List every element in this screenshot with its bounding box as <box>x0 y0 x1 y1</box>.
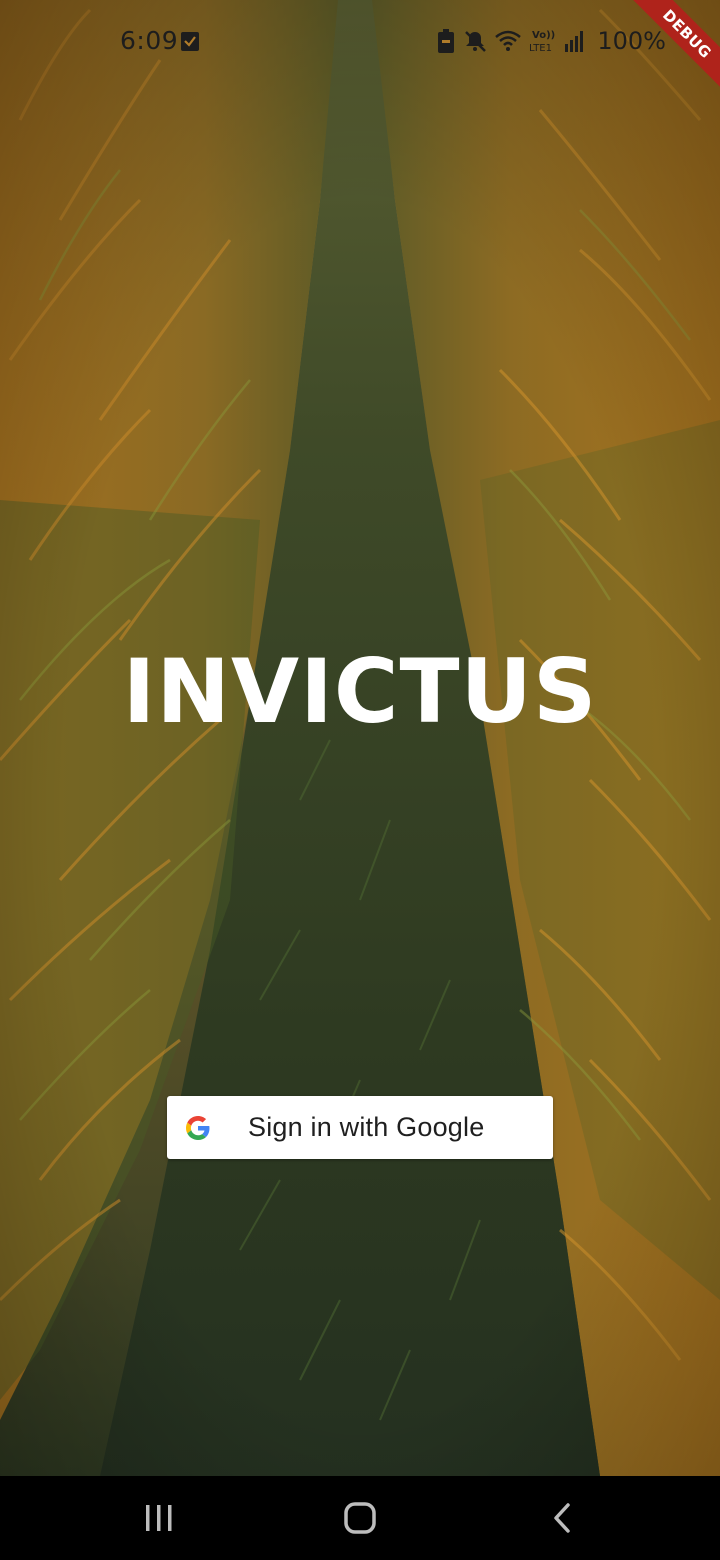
status-icons: Vo)) LTE1 100% <box>437 24 666 58</box>
signal-icon <box>565 31 584 52</box>
checklist-icon <box>181 32 199 51</box>
login-screen: 6:09 Vo)) LTE1 100% DEBUG INVICTUS Sign … <box>0 0 720 1560</box>
google-g-icon <box>186 1116 210 1140</box>
mute-icon <box>465 31 487 52</box>
home-button[interactable] <box>300 1476 420 1560</box>
back-button[interactable] <box>502 1476 622 1560</box>
battery-saver-icon <box>438 29 455 53</box>
wifi-icon <box>495 30 522 51</box>
volte-icon: Vo)) LTE1 <box>529 30 555 54</box>
back-icon <box>554 1503 570 1533</box>
status-bar: 6:09 Vo)) LTE1 100% <box>0 0 720 84</box>
svg-text:LTE1: LTE1 <box>529 43 552 54</box>
battery-percent: 100% <box>597 27 666 55</box>
status-time: 6:09 <box>120 26 179 55</box>
home-icon <box>344 1502 376 1534</box>
svg-text:Vo)): Vo)) <box>532 30 555 41</box>
google-sign-in-label: Sign in with Google <box>248 1112 485 1142</box>
navigation-bar <box>0 1476 720 1560</box>
recent-apps-button[interactable] <box>99 1476 219 1560</box>
app-title: INVICTUS <box>122 640 598 743</box>
google-sign-in-button[interactable]: Sign in with Google <box>167 1096 553 1159</box>
recent-apps-icon <box>146 1505 172 1531</box>
